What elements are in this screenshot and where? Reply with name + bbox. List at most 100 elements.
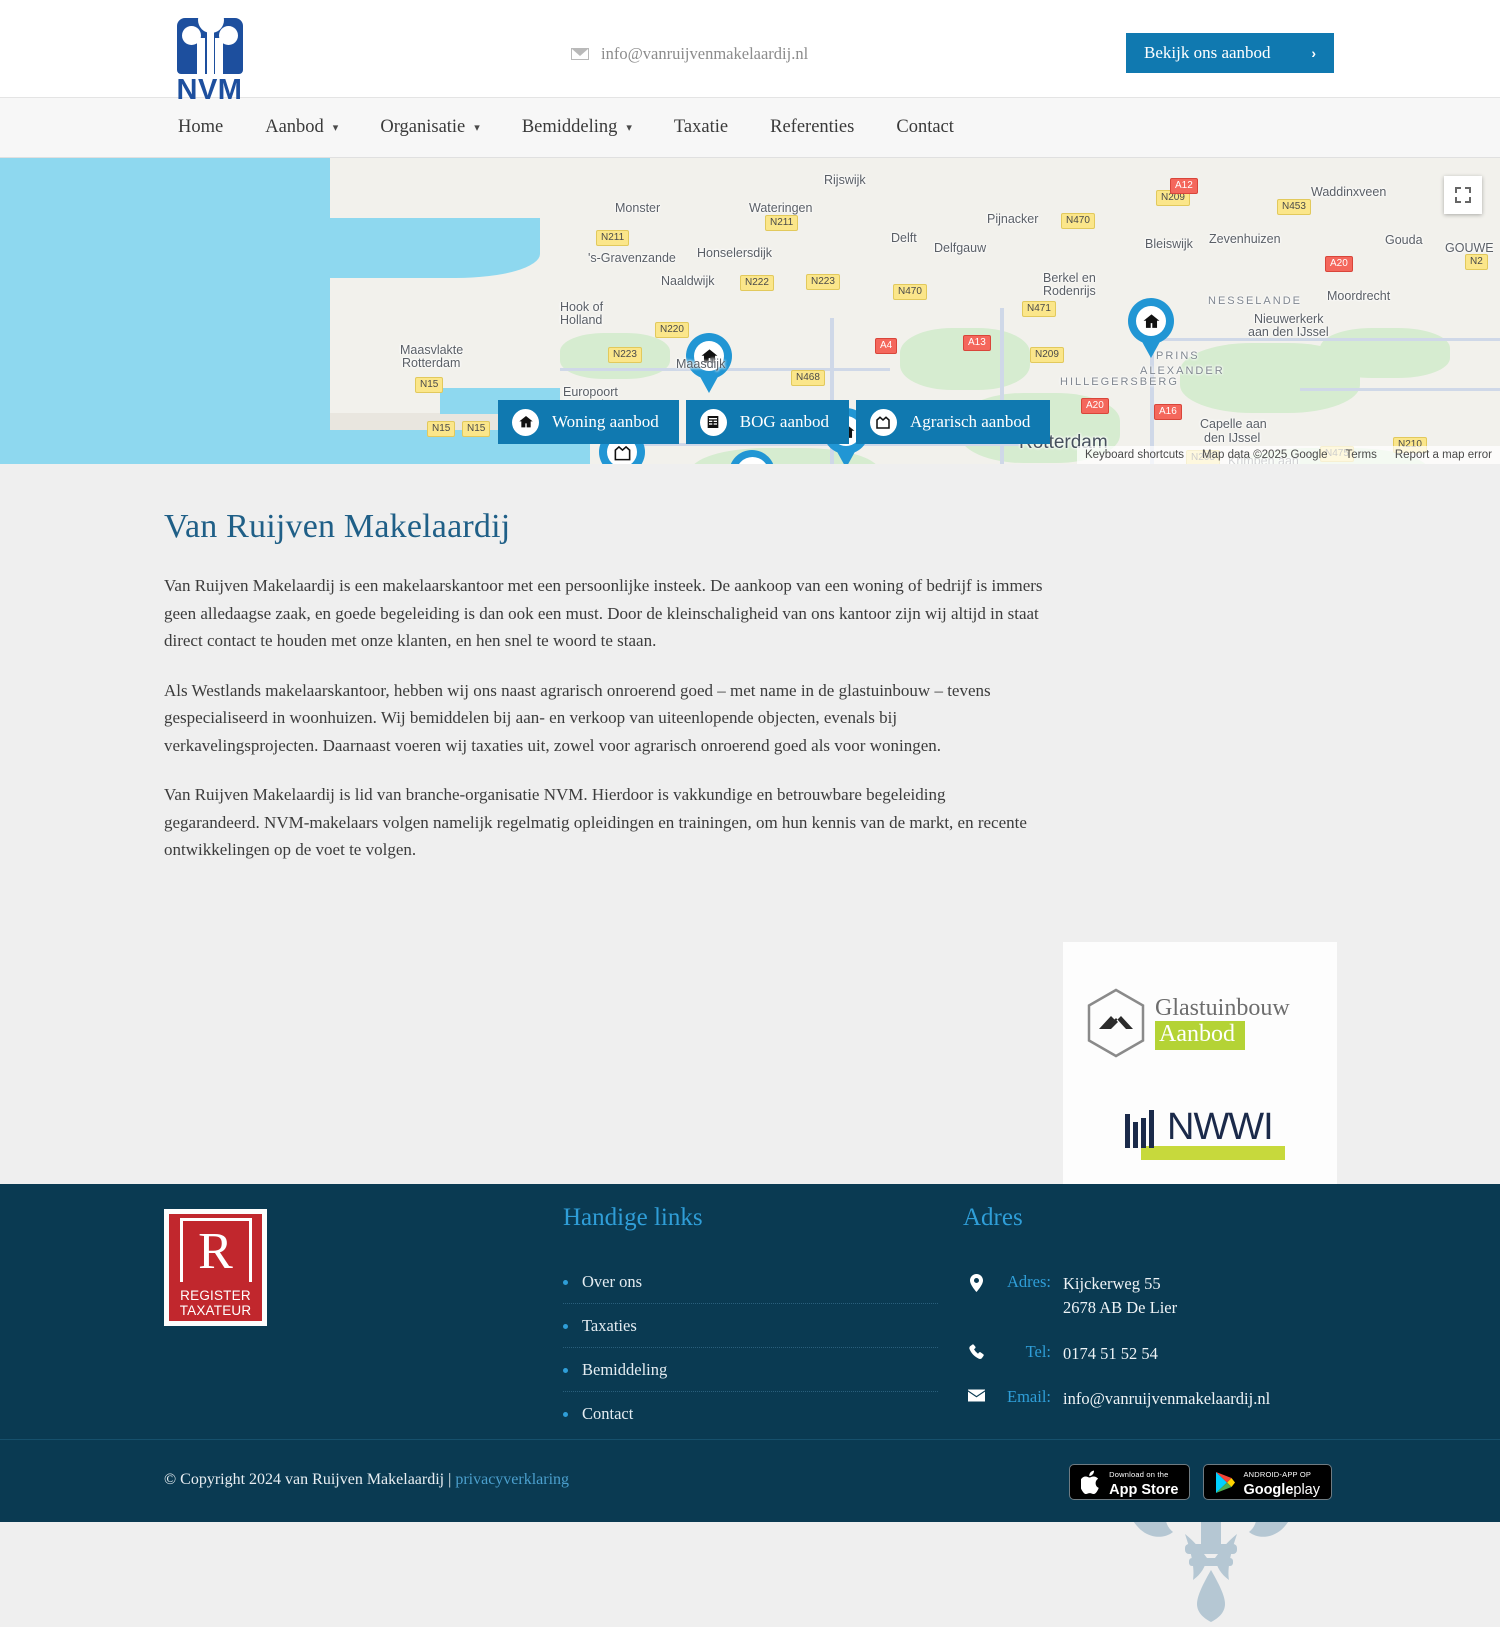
footer-address-key: Email:	[989, 1387, 1063, 1407]
footer-link-row[interactable]: Contact	[563, 1404, 938, 1435]
footer-link-over-ons[interactable]: Over ons	[582, 1272, 642, 1292]
map-place-label: Honselersdijk	[697, 246, 772, 260]
nav-item-home[interactable]: Home	[178, 117, 223, 138]
privacy-link[interactable]: privacyverklaring	[455, 1471, 569, 1488]
map-place-label: HILLEGERSBERG	[1060, 376, 1179, 388]
keyboard-shortcuts-link[interactable]: Keyboard shortcuts	[1085, 449, 1184, 461]
app-store-big-label: App Store	[1109, 1482, 1178, 1498]
map-place-label: Zevenhuizen	[1209, 232, 1281, 246]
nav-item-organisatie[interactable]: Organisatie ▾	[380, 117, 479, 138]
chevron-down-icon: ▾	[474, 121, 480, 134]
map-green	[1320, 328, 1450, 378]
footer-address-value: Kijckerweg 552678 AB De Lier	[1063, 1272, 1177, 1320]
location-pin-icon	[963, 1272, 989, 1292]
map-place-label: Europoort	[563, 385, 618, 399]
copyright-text: © Copyright 2024 van Ruijven Makelaardij…	[164, 1471, 569, 1489]
map-water-inlet	[330, 218, 540, 278]
map-place-label: ALEXANDER	[1140, 365, 1225, 377]
view-offerings-button[interactable]: Bekijk ons aanbod ›	[1126, 33, 1334, 73]
bog-aanbod-label: BOG aanbod	[740, 412, 829, 432]
footer-link-row[interactable]: Over ons	[563, 1272, 938, 1304]
map-pin-woning-4[interactable]	[1128, 298, 1174, 358]
google-play-badge[interactable]: ANDROID-APP OP Googleplay	[1203, 1464, 1332, 1500]
terms-link[interactable]: Terms	[1346, 449, 1377, 461]
app-store-badge[interactable]: Download on the App Store	[1069, 1464, 1190, 1500]
register-taxateur-line2: TAXATEUR	[180, 1303, 252, 1318]
site-footer: R REGISTER TAXATEUR Handige links Over o…	[0, 1184, 1500, 1439]
map-region[interactable]: 23 + − Google Keyboard shortcuts Map dat…	[0, 158, 1500, 464]
nav-item-referenties[interactable]: Referenties	[770, 117, 854, 138]
nav-item-contact[interactable]: Contact	[896, 117, 954, 138]
footer-link-row[interactable]: Taxaties	[563, 1316, 938, 1348]
footer-address-row: Tel:0174 51 52 54	[963, 1342, 1383, 1366]
body-paragraph-3: Van Ruijven Makelaardij is lid van branc…	[164, 781, 1044, 864]
map-road-badge: N222	[740, 275, 774, 291]
map-road	[1300, 388, 1500, 391]
woning-aanbod-button[interactable]: Woning aanbod	[498, 400, 679, 444]
chevron-down-icon: ▾	[626, 121, 632, 134]
nav-item-bemiddeling[interactable]: Bemiddeling ▾	[522, 117, 632, 138]
header-email-text: info@vanruijvenmakelaardij.nl	[601, 44, 808, 64]
nav-item-taxatie[interactable]: Taxatie	[674, 117, 728, 138]
footer-address-value: 0174 51 52 54	[1063, 1342, 1158, 1366]
map-place-label: Pijnacker	[987, 212, 1038, 226]
nav-item-label: Taxatie	[674, 117, 728, 138]
google-play-small-label: ANDROID-APP OP	[1243, 1470, 1311, 1479]
map-place-label: Rotterdam	[402, 356, 460, 370]
map-place-label: Capelle aan	[1200, 417, 1267, 431]
map-road-badge: N15	[427, 421, 455, 437]
bog-aanbod-button[interactable]: BOG aanbod	[686, 400, 849, 444]
header-email[interactable]: info@vanruijvenmakelaardij.nl	[571, 44, 808, 64]
glastuinbouw-aanbod-logo[interactable]: Glastuinbouw Aanbod	[1085, 984, 1325, 1062]
nav-item-label: Organisatie	[380, 117, 465, 138]
nav-item-label: Bemiddeling	[522, 117, 618, 138]
map-place-label: 's-Gravenzande	[588, 251, 676, 265]
map-place-label: PRINS	[1156, 350, 1200, 362]
nav-item-aanbod[interactable]: Aanbod▾	[265, 117, 338, 138]
footer-link-bemiddeling[interactable]: Bemiddeling	[582, 1360, 667, 1380]
map-cluster-count: 23	[736, 457, 769, 465]
agrarisch-aanbod-label: Agrarisch aanbod	[910, 412, 1030, 432]
register-taxateur-letter: R	[180, 1218, 252, 1282]
view-offerings-label: Bekijk ons aanbod	[1144, 43, 1311, 63]
map-road-badge: N471	[1022, 301, 1056, 317]
main-navigation: Home Aanbod▾ Organisatie ▾ Bemiddeling ▾ Taxat…	[0, 97, 1500, 158]
map-road-badge: A16	[1154, 404, 1182, 420]
house-icon	[512, 409, 539, 436]
nav-item-label: Home	[178, 117, 223, 138]
map-place-label: Monster	[615, 201, 660, 215]
nav-item-label: Contact	[896, 117, 954, 138]
agrarisch-aanbod-button[interactable]: Agrarisch aanbod	[856, 400, 1050, 444]
footer-link-contact[interactable]: Contact	[582, 1404, 633, 1424]
nvm-logo[interactable]: NVM	[172, 10, 247, 98]
map-road-badge: A13	[963, 335, 991, 351]
chevron-right-icon: ›	[1311, 45, 1316, 61]
register-taxateur-line1: REGISTER	[180, 1288, 252, 1303]
footer-address-value[interactable]: info@vanruijvenmakelaardij.nl	[1063, 1387, 1270, 1411]
footer-link-row[interactable]: Bemiddeling	[563, 1360, 938, 1392]
map-road-badge: N211	[765, 215, 798, 231]
register-taxateur-logo[interactable]: R REGISTER TAXATEUR	[164, 1209, 267, 1326]
map-road-badge: N470	[1061, 213, 1095, 229]
report-map-error-link[interactable]: Report a map error	[1395, 449, 1492, 461]
footer-address-column: Adres Adres:Kijckerweg 552678 AB De Lier…	[963, 1204, 1383, 1433]
bullet-icon	[563, 1412, 568, 1417]
map-place-label: Bleiswijk	[1145, 237, 1193, 251]
map-place-label: Maasdijk	[676, 357, 725, 371]
nwwi-logo[interactable]: NWWI	[1125, 1108, 1285, 1163]
map-place-label: Delft	[891, 231, 917, 245]
footer-address-heading: Adres	[963, 1204, 1383, 1232]
bullet-icon	[563, 1280, 568, 1285]
map-road-badge: A20	[1325, 256, 1353, 272]
fullscreen-icon	[1455, 187, 1471, 203]
map-place-label: NESSELANDE	[1208, 295, 1302, 307]
page-title: Van Ruijven Makelaardij	[164, 508, 1044, 546]
map-place-label: aan den IJssel	[1248, 325, 1329, 339]
footer-link-taxaties[interactable]: Taxaties	[582, 1316, 637, 1336]
map-fullscreen-button[interactable]	[1444, 176, 1482, 214]
chevron-down-icon: ▾	[333, 121, 339, 134]
map-place-label: den IJssel	[1204, 431, 1260, 445]
map-road-badge: N209	[1030, 347, 1064, 363]
main-content-area: Van Ruijven Makelaardij Van Ruijven Make…	[0, 464, 1500, 1184]
footer-links-heading: Handige links	[563, 1204, 938, 1232]
